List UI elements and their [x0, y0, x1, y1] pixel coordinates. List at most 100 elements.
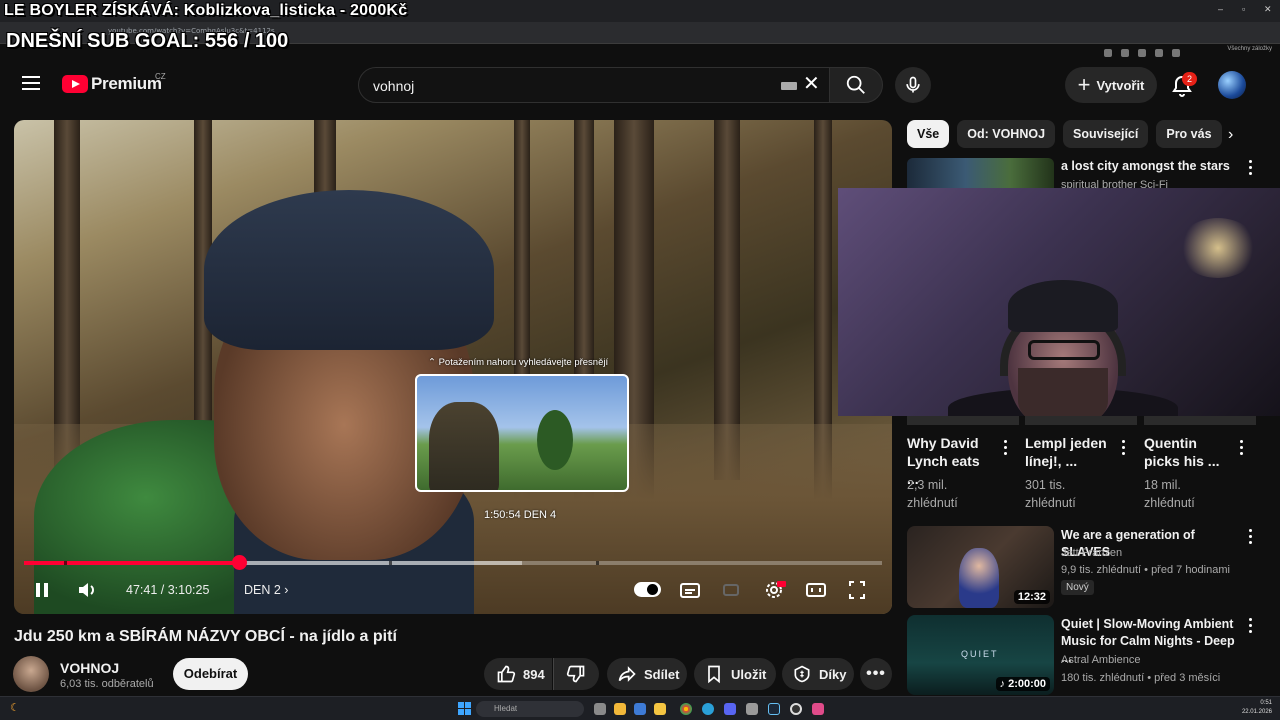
steam-icon[interactable]: [768, 703, 780, 715]
like-button[interactable]: 894: [484, 658, 552, 690]
share-button[interactable]: Sdílet: [607, 658, 687, 690]
all-bookmarks[interactable]: Všechny záložky: [1227, 46, 1272, 52]
seek-preview-time: 1:50:54 DEN 4: [484, 509, 557, 521]
extension-icon[interactable]: [1155, 49, 1163, 57]
time-display: 47:41 / 3:10:25: [126, 583, 210, 597]
super-thanks-icon: [794, 665, 810, 683]
new-badge: Nový: [1061, 580, 1094, 595]
rec-thumbnail[interactable]: QUIET ♪ 2:00:00: [907, 615, 1054, 695]
more-vert-icon[interactable]: [1240, 440, 1244, 456]
discord-icon[interactable]: [724, 703, 736, 715]
chrome-icon[interactable]: [680, 703, 692, 715]
youtube-play-icon: [62, 75, 88, 93]
grid-rec-title[interactable]: Lempl jeden línej!, ...: [1025, 434, 1113, 470]
keyboard-icon[interactable]: [781, 82, 797, 90]
chip-all[interactable]: Vše: [907, 120, 950, 148]
fullscreen-icon[interactable]: [848, 578, 866, 602]
grid-rec-title[interactable]: Quentin picks his ...: [1144, 434, 1232, 470]
more-actions-button[interactable]: •••: [860, 658, 892, 690]
filter-chips: Vše Od: VOHNOJ Související Pro vás: [907, 120, 1222, 148]
more-vert-icon[interactable]: [1249, 529, 1253, 545]
menu-icon[interactable]: [22, 76, 40, 90]
widgets-icon[interactable]: [614, 703, 626, 715]
windows-taskbar: ☾ Hledat 0:51 22.01.2026: [0, 696, 1280, 720]
channel-avatar[interactable]: [13, 656, 49, 692]
rec-channel[interactable]: Astral Ambience: [1061, 652, 1140, 668]
create-label: Vytvořit: [1096, 77, 1145, 93]
save-button[interactable]: Uložit: [694, 658, 776, 690]
rec-thumbnail[interactable]: [1025, 416, 1137, 425]
create-button[interactable]: + Vytvořit: [1065, 67, 1157, 103]
chevron-right-icon[interactable]: ›: [1228, 126, 1233, 144]
more-vert-icon[interactable]: [1249, 160, 1253, 176]
rec-title[interactable]: a lost city amongst the stars: [1061, 158, 1230, 175]
obs-icon[interactable]: [790, 703, 802, 715]
grid-rec-views: 18 mil. zhlédnutí: [1144, 476, 1195, 512]
messenger-icon[interactable]: [812, 703, 824, 715]
rec-thumbnail[interactable]: [907, 416, 1019, 425]
more-horizontal-icon: •••: [866, 665, 886, 682]
progress-played: [24, 561, 239, 565]
subtitles-icon[interactable]: [680, 578, 700, 602]
grid-rec-view-suffix: zhlédnutí: [1144, 496, 1195, 510]
thanks-label: Díky: [819, 666, 847, 682]
chapter-marker: [64, 561, 67, 565]
repeat-icon[interactable]: [722, 578, 740, 602]
more-vert-icon[interactable]: [1122, 440, 1126, 456]
voice-search-button[interactable]: [895, 67, 931, 103]
rec-channel[interactable]: Jett Franzen: [1061, 545, 1122, 561]
chip-from-channel[interactable]: Od: VOHNOJ: [957, 120, 1056, 148]
autoplay-toggle[interactable]: [634, 582, 661, 597]
bookmark-star-icon[interactable]: [1138, 49, 1146, 57]
app-icon[interactable]: [746, 703, 758, 715]
search-icon: [846, 75, 865, 94]
profile-icon[interactable]: [1172, 49, 1180, 57]
pause-icon[interactable]: [34, 578, 50, 602]
channel-name[interactable]: VOHNOJ: [60, 660, 119, 676]
stream-donation-overlay: LE BOYLER ZÍSKÁVÁ: Koblizkova_listicka -…: [4, 2, 408, 19]
account-avatar[interactable]: [1218, 71, 1246, 99]
rec-thumbnail[interactable]: 12:32: [907, 526, 1054, 608]
volume-icon[interactable]: [76, 578, 98, 602]
stream-subgoal-overlay: DNEŠNÍ SUB GOAL: 556 / 100: [6, 30, 289, 52]
thanks-button[interactable]: Díky: [782, 658, 854, 690]
file-explorer-icon[interactable]: [654, 703, 666, 715]
thumbs-down-icon: [566, 665, 585, 683]
close-window-icon[interactable]: ✕: [1264, 4, 1272, 15]
yt-logo[interactable]: Premium: [62, 74, 162, 94]
more-vert-icon[interactable]: [1249, 618, 1253, 634]
chapter-button[interactable]: DEN 2 ›: [244, 583, 288, 597]
chip-related[interactable]: Související: [1063, 120, 1149, 148]
weather-icon[interactable]: ☾: [10, 701, 20, 714]
edge-icon[interactable]: [634, 703, 646, 715]
yt-header: Premium CZ vohnoj ✕ + Vytvořit 2: [0, 60, 1272, 110]
more-vert-icon[interactable]: [1004, 440, 1008, 456]
video-title: Jdu 250 km a SBÍRÁM NÁZVY OBCÍ - na jídl…: [14, 628, 397, 645]
taskbar-search[interactable]: Hledat: [476, 701, 584, 717]
subscribe-button[interactable]: Odebírat: [173, 658, 248, 690]
windows-start-icon[interactable]: [458, 702, 471, 715]
browser-toolbar-icons: [1104, 49, 1180, 57]
task-view-icon[interactable]: [594, 703, 606, 715]
zoom-icon[interactable]: [1104, 49, 1112, 57]
search-input[interactable]: vohnoj ✕: [358, 67, 830, 103]
scene-hat: [204, 190, 494, 350]
settings-gear-icon[interactable]: [764, 578, 786, 602]
maximize-icon[interactable]: ▫: [1242, 4, 1245, 14]
theater-mode-icon[interactable]: [806, 578, 826, 602]
search-button[interactable]: [829, 67, 883, 103]
cast-icon[interactable]: [1121, 49, 1129, 57]
minimize-icon[interactable]: –: [1218, 4, 1223, 14]
rec-thumbnail[interactable]: [1144, 416, 1256, 425]
dislike-button[interactable]: [553, 658, 599, 690]
share-icon: [618, 666, 636, 682]
rec-thumbnail[interactable]: [907, 158, 1054, 188]
scrub-handle[interactable]: [232, 555, 247, 570]
mic-icon: [906, 76, 920, 93]
clear-search-icon[interactable]: ✕: [803, 74, 820, 94]
progress-bar[interactable]: [24, 561, 882, 565]
chip-for-you[interactable]: Pro vás: [1156, 120, 1222, 148]
system-tray-clock[interactable]: 0:51 22.01.2026: [1242, 699, 1272, 717]
browser-icon[interactable]: [702, 703, 714, 715]
video-player[interactable]: ⌃ Potažením nahoru vyhledávejte přesnějí…: [14, 120, 892, 614]
